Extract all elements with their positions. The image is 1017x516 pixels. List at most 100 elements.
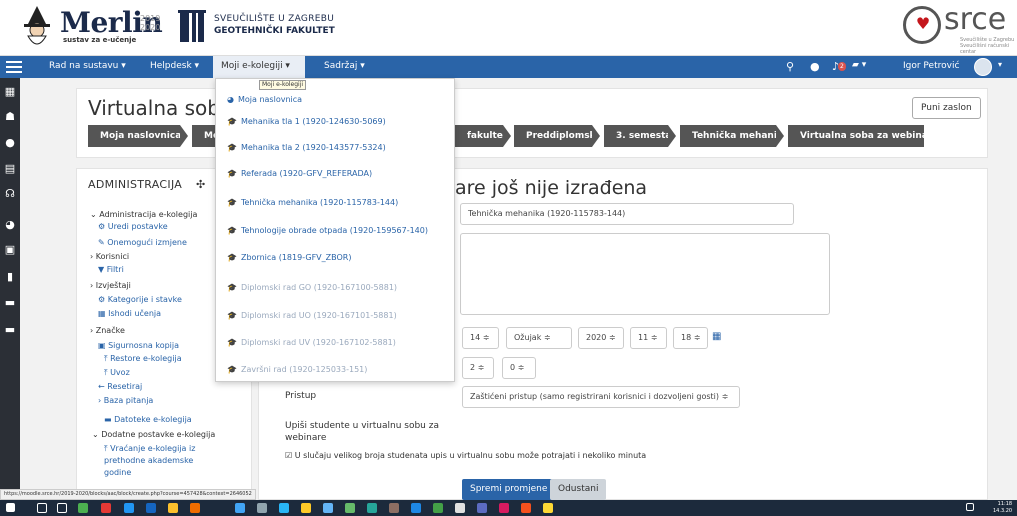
dropdown-item[interactable]: 🎓 Tehnologije obrade otpada (1920-159567-…: [227, 226, 428, 236]
admin-item[interactable]: › Značke: [90, 326, 125, 336]
duration-minutes-select[interactable]: 0 ≑: [502, 357, 536, 379]
admin-item[interactable]: ⤒ Uvoz: [104, 368, 130, 378]
dropdown-item[interactable]: 🎓 Završni rad (1920-125033-151): [227, 365, 367, 375]
app-icon[interactable]: [301, 503, 311, 513]
date-month-select[interactable]: Ožujak ≑: [506, 327, 572, 349]
dropdown-item[interactable]: 🎓 Diplomski rad GO (1920-167100-5881): [227, 283, 397, 293]
admin-item[interactable]: ⚙ Kategorije i stavke: [98, 295, 182, 305]
admin-item[interactable]: ✎ Onemogući izmjene: [98, 238, 187, 248]
dropdown-item[interactable]: 🎓 Diplomski rad UO (1920-167101-5881): [227, 311, 397, 321]
windows-start-icon[interactable]: [6, 503, 15, 512]
admin-item[interactable]: ⤒ Vraćanje e-kolegija iz: [104, 444, 195, 454]
chevron-down-icon[interactable]: ▾: [998, 60, 1002, 69]
admin-item[interactable]: ⌄ Dodatne postavke e-kolegija: [92, 430, 215, 440]
app-icon[interactable]: [389, 503, 399, 513]
app-icon[interactable]: [190, 503, 200, 513]
archive-icon[interactable]: ▬: [4, 324, 16, 336]
app-icon[interactable]: [78, 503, 88, 513]
app-icon[interactable]: [521, 503, 531, 513]
calendar-grid-icon[interactable]: ▤: [4, 163, 16, 175]
admin-item[interactable]: › Baza pitanja: [98, 396, 153, 406]
users-icon[interactable]: ☗: [4, 111, 16, 123]
app-icon[interactable]: [257, 503, 267, 513]
task-view-icon[interactable]: [57, 503, 67, 513]
dropdown-item[interactable]: 🎓 Zbornica (1819-GFV_ZBOR): [227, 253, 351, 263]
admin-item[interactable]: ⚙ Uredi postavke: [98, 222, 168, 232]
breadcrumb-current[interactable]: Virtualna soba za webinare: [788, 125, 938, 147]
calendar-icon[interactable]: ▣: [4, 244, 16, 256]
nav-moji-e-kolegiji-label[interactable]: Moji e-kolegiji ▾: [221, 61, 290, 71]
flag-icon[interactable]: ▰ ▾: [852, 60, 866, 70]
course-field[interactable]: Tehnička mehanika (1920-115783-144): [460, 203, 794, 225]
dropdown-item[interactable]: 🎓 Mehanika tla 1 (1920-124630-5069): [227, 117, 386, 127]
enrol-checkbox-row[interactable]: ☑ U slučaju velikog broja studenata upis…: [285, 451, 646, 460]
breadcrumb-semestar[interactable]: 3. semestar: [604, 125, 676, 147]
access-select[interactable]: Zaštićeni pristup (samo registrirani kor…: [462, 386, 740, 408]
breadcrumb-moja-naslovnica[interactable]: Moja naslovnica: [88, 125, 181, 147]
admin-item[interactable]: ▬ Datoteke e-kolegija: [104, 415, 192, 425]
app-icon[interactable]: [146, 503, 156, 513]
dashboard-icon[interactable]: ▦: [4, 86, 16, 98]
search-icon[interactable]: [37, 503, 47, 513]
checkbox-icon[interactable]: ☑: [285, 451, 292, 460]
admin-item[interactable]: godine: [104, 468, 131, 478]
nav-rad-na-sustavu[interactable]: Rad na sustavu ▾: [49, 61, 126, 71]
app-icon[interactable]: [543, 503, 553, 513]
app-icon[interactable]: [101, 503, 111, 513]
network-icon[interactable]: [966, 503, 974, 511]
admin-item[interactable]: prethodne akademske: [104, 456, 193, 466]
date-day-select[interactable]: 14 ≑: [462, 327, 499, 349]
calendar-icon[interactable]: ▦: [712, 331, 721, 342]
app-icon[interactable]: [168, 503, 178, 513]
date-minute-select[interactable]: 18 ≑: [673, 327, 708, 349]
dropdown-item[interactable]: 🎓 Diplomski rad UV (1920-167102-5881): [227, 338, 396, 348]
hamburger-menu-icon[interactable]: [6, 61, 22, 73]
cancel-button[interactable]: Odustani: [550, 479, 607, 500]
duration-hours-select[interactable]: 2 ≑: [462, 357, 494, 379]
app-icon[interactable]: [477, 503, 487, 513]
fullscreen-button[interactable]: Puni zaslon: [912, 97, 981, 119]
circle-icon[interactable]: ●: [4, 137, 16, 149]
app-icon[interactable]: [279, 503, 289, 513]
app-icon[interactable]: [411, 503, 421, 513]
edge-icon[interactable]: [124, 503, 134, 513]
admin-item[interactable]: ▣ Sigurnosna kopija: [98, 341, 179, 351]
date-hour-select[interactable]: 11 ≑: [630, 327, 667, 349]
dropdown-item[interactable]: 🎓 Mehanika tla 2 (1920-143577-5324): [227, 143, 386, 153]
admin-item[interactable]: ▼ Filtri: [98, 265, 124, 275]
taskbar-clock[interactable]: 11:18 14.3.20: [993, 501, 1012, 515]
nav-helpdesk[interactable]: Helpdesk ▾: [150, 61, 199, 71]
admin-item[interactable]: › Izvještaji: [90, 281, 131, 291]
headset-icon[interactable]: ☊: [4, 188, 16, 200]
nav-moji-e-kolegiji[interactable]: Moji e-kolegiji ▾: [213, 56, 305, 78]
date-year-select[interactable]: 2020 ≑: [578, 327, 624, 349]
breadcrumb-preddiplomski[interactable]: Preddiplomski: [514, 125, 599, 147]
admin-item[interactable]: ⤒ Restore e-kolegija: [104, 354, 182, 364]
search-icon[interactable]: ⚲: [786, 60, 794, 73]
app-icon[interactable]: [499, 503, 509, 513]
admin-item[interactable]: › Korisnici: [90, 252, 129, 262]
app-icon[interactable]: [235, 503, 245, 513]
nav-sadrzaj[interactable]: Sadržaj ▾: [324, 61, 365, 71]
app-icon[interactable]: [433, 503, 443, 513]
file-icon[interactable]: ▮: [4, 271, 16, 283]
user-name[interactable]: Igor Petrović: [903, 61, 959, 71]
partner-logo[interactable]: srce: [944, 2, 1006, 37]
tachometer-icon[interactable]: ◕: [4, 219, 16, 231]
admin-item[interactable]: ← Resetiraj: [98, 382, 142, 392]
dropdown-item[interactable]: 🎓 Referada (1920-GFV_REFERADA): [227, 169, 372, 179]
breadcrumb-course[interactable]: Tehnička mehanika: [680, 125, 789, 147]
app-icon[interactable]: [323, 503, 333, 513]
chat-icon[interactable]: ●: [810, 60, 820, 73]
app-icon[interactable]: [455, 503, 465, 513]
move-icon[interactable]: ✣: [196, 178, 205, 191]
dropdown-item[interactable]: 🎓 Tehnička mehanika (1920-115783-144): [227, 198, 398, 208]
app-icon[interactable]: [345, 503, 355, 513]
app-icon[interactable]: [367, 503, 377, 513]
admin-item[interactable]: ▦ Ishodi učenja: [98, 309, 161, 319]
admin-item[interactable]: ⌄ Administracija e-kolegija: [90, 210, 197, 220]
save-button[interactable]: Spremi promjene: [462, 479, 556, 500]
description-textarea[interactable]: [460, 233, 830, 315]
folder-icon[interactable]: ▬: [4, 297, 16, 309]
breadcrumb-fakultet[interactable]: fakultet: [455, 125, 507, 147]
